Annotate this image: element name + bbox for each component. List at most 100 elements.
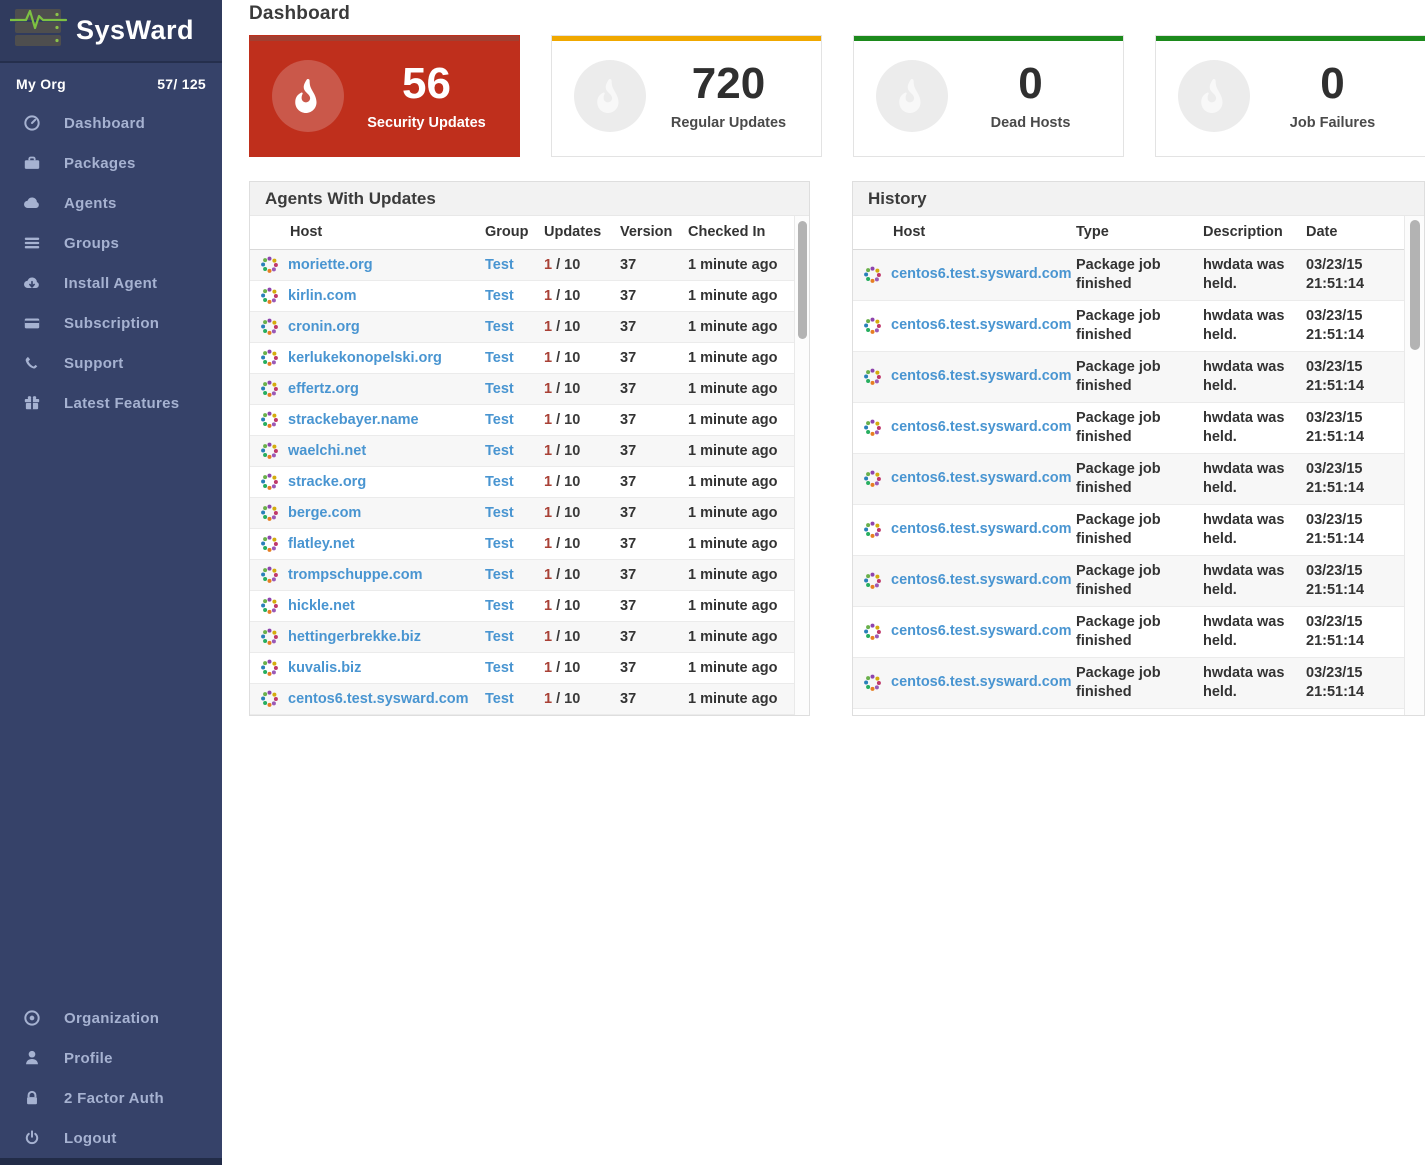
- host-link[interactable]: kirlin.com: [288, 288, 357, 304]
- host-link[interactable]: cronin.org: [288, 319, 360, 335]
- host-link[interactable]: strackebayer.name: [288, 412, 419, 428]
- logo-bar[interactable]: SysWard: [0, 0, 222, 63]
- host-link[interactable]: centos6.test.sysward.com: [891, 469, 1072, 488]
- group-link[interactable]: Test: [485, 412, 514, 428]
- scrollbar-thumb[interactable]: [798, 221, 807, 339]
- host-link[interactable]: centos6.test.sysward.com: [891, 316, 1072, 335]
- group-link[interactable]: Test: [485, 660, 514, 676]
- total-updates-count: / 10: [552, 535, 581, 552]
- stat-value: 720: [691, 58, 766, 108]
- group-link[interactable]: Test: [485, 381, 514, 397]
- server-pulse-logo-icon: [8, 6, 68, 55]
- group-link[interactable]: Test: [485, 474, 514, 490]
- sidebar-item-latest-features[interactable]: Latest Features: [0, 383, 222, 423]
- panel-title: History: [868, 188, 927, 208]
- group-link[interactable]: Test: [485, 257, 514, 273]
- sidebar-item-packages[interactable]: Packages: [0, 143, 222, 183]
- sidebar-item-organization[interactable]: Organization: [0, 998, 222, 1038]
- stat-label: Security Updates: [367, 114, 486, 131]
- host-link[interactable]: berge.com: [288, 505, 361, 521]
- host-link[interactable]: kuvalis.biz: [288, 660, 361, 676]
- host-link[interactable]: centos6.test.sysward.com: [891, 367, 1072, 386]
- group-link[interactable]: Test: [485, 350, 514, 366]
- host-link[interactable]: moriette.org: [288, 257, 373, 273]
- host-link[interactable]: stracke.org: [288, 474, 366, 490]
- phone-icon: [22, 353, 42, 373]
- security-updates-count: 1: [544, 535, 553, 552]
- sidebar-item-install-agent[interactable]: Install Agent: [0, 263, 222, 303]
- card-accent-bar: [552, 36, 821, 41]
- total-updates-count: / 10: [552, 597, 581, 614]
- table-row: kerlukekonopelski.org Test 1 / 10 37 1 m…: [250, 342, 795, 373]
- checked-in-cell: 1 minute ago: [688, 566, 778, 583]
- checked-in-cell: 1 minute ago: [688, 318, 778, 335]
- os-distro-icon: [864, 521, 881, 538]
- group-link[interactable]: Test: [485, 598, 514, 614]
- security-updates-count: 1: [544, 473, 553, 490]
- group-link[interactable]: Test: [485, 536, 514, 552]
- group-link[interactable]: Test: [485, 319, 514, 335]
- host-link[interactable]: trompschuppe.com: [288, 567, 423, 583]
- host-link[interactable]: centos6.test.sysward.com: [891, 571, 1072, 590]
- host-link[interactable]: centos6.test.sysward.com: [891, 622, 1072, 641]
- description-cell: hwdata was held.: [1203, 664, 1285, 700]
- checked-in-cell: 1 minute ago: [688, 504, 778, 521]
- agents-with-updates-panel: Agents With Updates Host Group Updates V…: [249, 181, 810, 716]
- host-link[interactable]: centos6.test.sysward.com: [288, 691, 469, 707]
- stat-label: Regular Updates: [670, 114, 787, 131]
- target-icon: [22, 1008, 42, 1028]
- scrollbar-thumb[interactable]: [1410, 220, 1420, 350]
- sidebar-item-logout[interactable]: Logout: [0, 1118, 222, 1158]
- table-row: kuvalis.biz Test 1 / 10 37 1 minute ago: [250, 652, 795, 683]
- table-row: flatley.net Test 1 / 10 37 1 minute ago: [250, 528, 795, 559]
- os-distro-icon: [261, 442, 278, 459]
- sidebar-item-subscription[interactable]: Subscription: [0, 303, 222, 343]
- sidebar-item-agents[interactable]: Agents: [0, 183, 222, 223]
- sidebar-item-label: Groups: [64, 234, 120, 252]
- date-cell: 03/23/15 21:51:14: [1306, 511, 1365, 547]
- stat-card-dead-hosts[interactable]: 0 Dead Hosts: [853, 35, 1124, 157]
- host-link[interactable]: hickle.net: [288, 598, 355, 614]
- os-distro-icon: [261, 287, 278, 304]
- host-link[interactable]: centos6.test.sysward.com: [891, 673, 1072, 692]
- stat-value: 0: [1018, 58, 1043, 108]
- sidebar-footer-nav: Organization Profile 2 Factor Auth Logou…: [0, 998, 222, 1158]
- stat-card-regular-updates[interactable]: 720 Regular Updates: [551, 35, 822, 157]
- host-link[interactable]: centos6.test.sysward.com: [891, 265, 1072, 284]
- column-header-host: Host: [853, 216, 1076, 250]
- stat-card-job-failures[interactable]: 0 Job Failures: [1155, 35, 1425, 157]
- table-row: strackebayer.name Test 1 / 10 37 1 minut…: [250, 404, 795, 435]
- group-link[interactable]: Test: [485, 288, 514, 304]
- host-link[interactable]: kerlukekonopelski.org: [288, 350, 442, 366]
- group-link[interactable]: Test: [485, 629, 514, 645]
- column-header-group: Group: [485, 216, 544, 250]
- sidebar-item-dashboard[interactable]: Dashboard: [0, 103, 222, 143]
- total-updates-count: / 10: [552, 504, 581, 521]
- card-accent-bar: [854, 36, 1123, 41]
- host-link[interactable]: effertz.org: [288, 381, 359, 397]
- os-distro-icon: [261, 349, 278, 366]
- table-row: stracke.org Test 1 / 10 37 1 minute ago: [250, 466, 795, 497]
- host-link[interactable]: flatley.net: [288, 536, 355, 552]
- host-link[interactable]: hettingerbrekke.biz: [288, 629, 421, 645]
- sidebar-item-profile[interactable]: Profile: [0, 1038, 222, 1078]
- sidebar-item-label: Install Agent: [64, 274, 158, 292]
- group-link[interactable]: Test: [485, 691, 514, 707]
- sidebar-item-groups[interactable]: Groups: [0, 223, 222, 263]
- group-link[interactable]: Test: [485, 567, 514, 583]
- host-link[interactable]: centos6.test.sysward.com: [891, 520, 1072, 539]
- security-updates-count: 1: [544, 287, 553, 304]
- date-cell: 03/23/15 21:51:14: [1306, 358, 1365, 394]
- host-link[interactable]: centos6.test.sysward.com: [891, 418, 1072, 437]
- sidebar-item-2factor-auth[interactable]: 2 Factor Auth: [0, 1078, 222, 1118]
- sidebar-item-label: Dashboard: [64, 114, 146, 132]
- table-row: trompschuppe.com Test 1 / 10 37 1 minute…: [250, 559, 795, 590]
- table-row: centos6.test.sysward.com Package job fin…: [853, 351, 1404, 402]
- group-link[interactable]: Test: [485, 443, 514, 459]
- stat-card-security-updates[interactable]: 56 Security Updates: [249, 35, 520, 157]
- group-link[interactable]: Test: [485, 505, 514, 521]
- host-link[interactable]: waelchi.net: [288, 443, 366, 459]
- credit-card-icon: [22, 313, 42, 333]
- checked-in-cell: 1 minute ago: [688, 442, 778, 459]
- sidebar-item-support[interactable]: Support: [0, 343, 222, 383]
